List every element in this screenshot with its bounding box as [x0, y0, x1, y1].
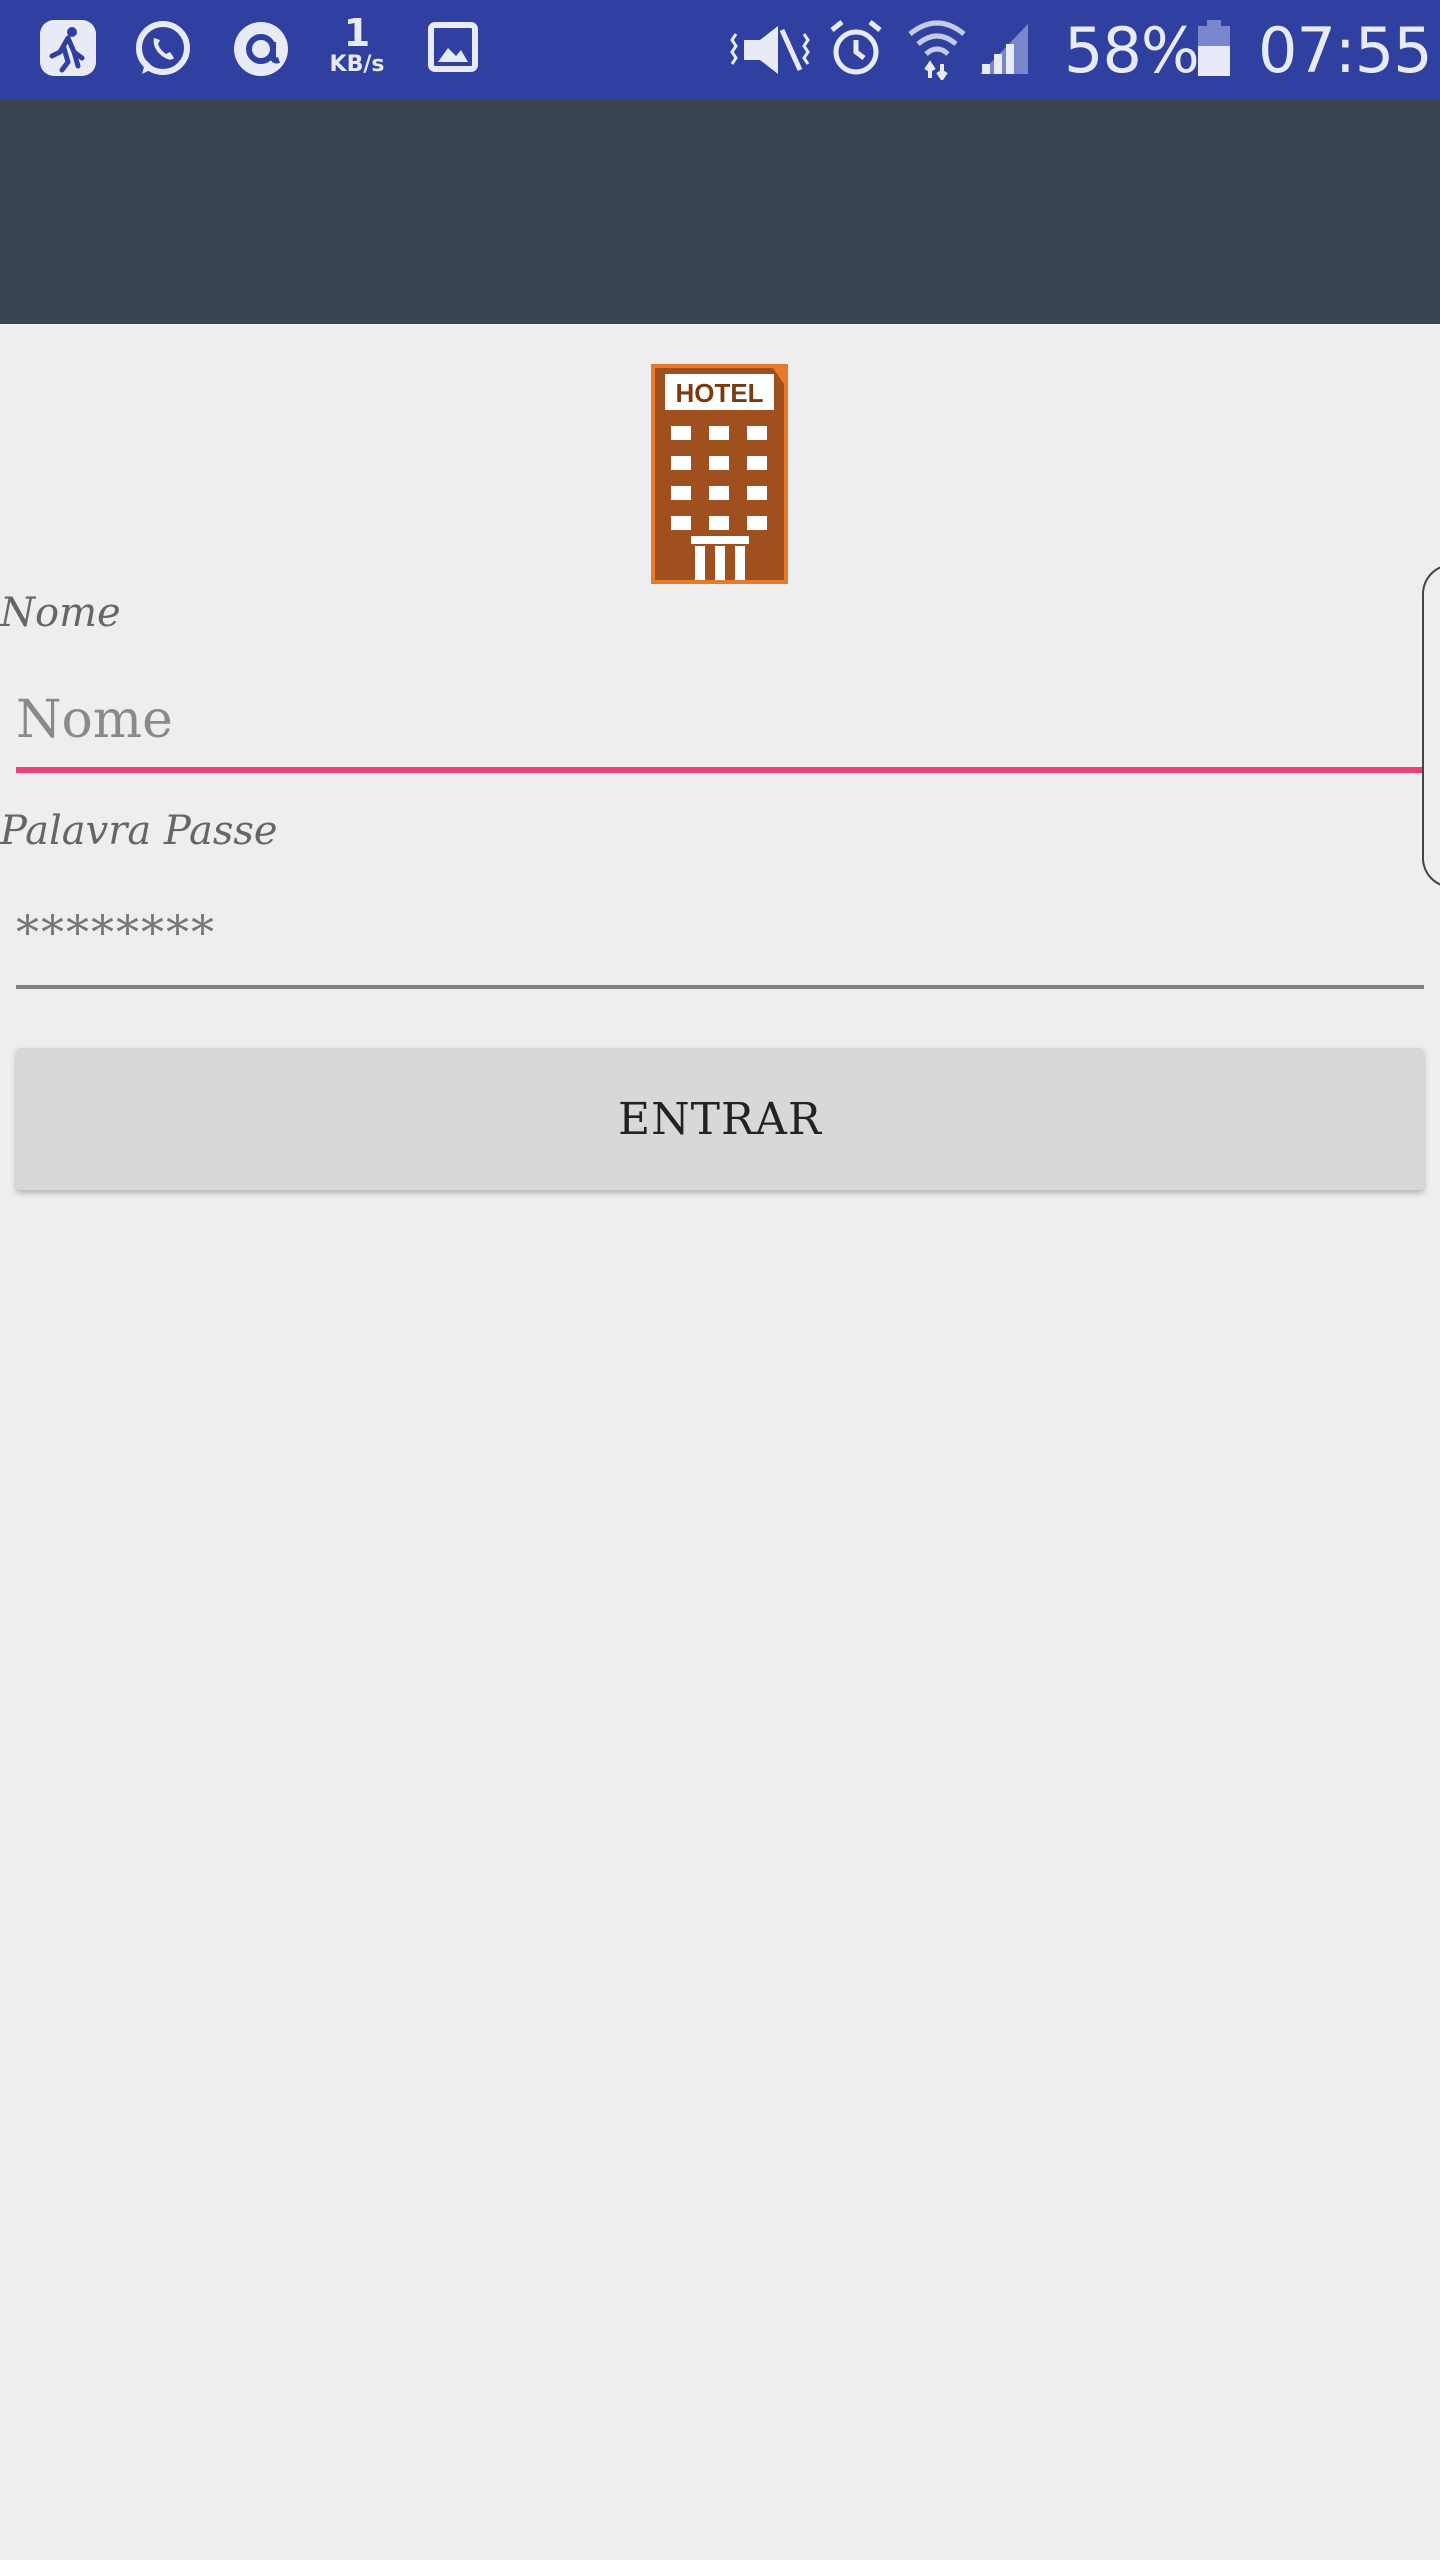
hotel-building-icon: HOTEL	[651, 364, 788, 584]
at-sign-icon	[234, 22, 288, 76]
battery-icon	[1198, 20, 1230, 76]
battery-percent: 58%	[1064, 14, 1200, 87]
vibrate-mute-icon	[730, 26, 810, 74]
name-input-underline	[16, 767, 1424, 773]
hotel-logo-text: HOTEL	[675, 378, 763, 408]
login-button[interactable]: ENTRAR	[16, 1048, 1424, 1190]
network-speed: 1 KB/s	[322, 14, 392, 76]
signal-icon	[980, 24, 1028, 74]
name-label: Nome	[0, 590, 121, 636]
runner-app-icon	[40, 20, 96, 76]
password-input-underline	[16, 985, 1424, 989]
network-speed-unit: KB/s	[329, 52, 385, 77]
app-bar	[0, 100, 1440, 324]
whatsapp-icon	[136, 21, 190, 75]
status-bar: 1 KB/s 58% 07:55	[0, 0, 1440, 100]
password-input[interactable]: ********	[16, 905, 216, 959]
name-input[interactable]: Nome	[16, 690, 173, 750]
clock-time: 07:55	[1258, 14, 1433, 87]
gallery-icon	[428, 22, 478, 72]
wifi-icon	[908, 20, 966, 80]
network-speed-value: 1	[343, 11, 371, 55]
edge-panel-handle[interactable]	[1422, 564, 1440, 888]
password-label: Palavra Passe	[0, 808, 278, 854]
alarm-icon	[830, 20, 882, 75]
